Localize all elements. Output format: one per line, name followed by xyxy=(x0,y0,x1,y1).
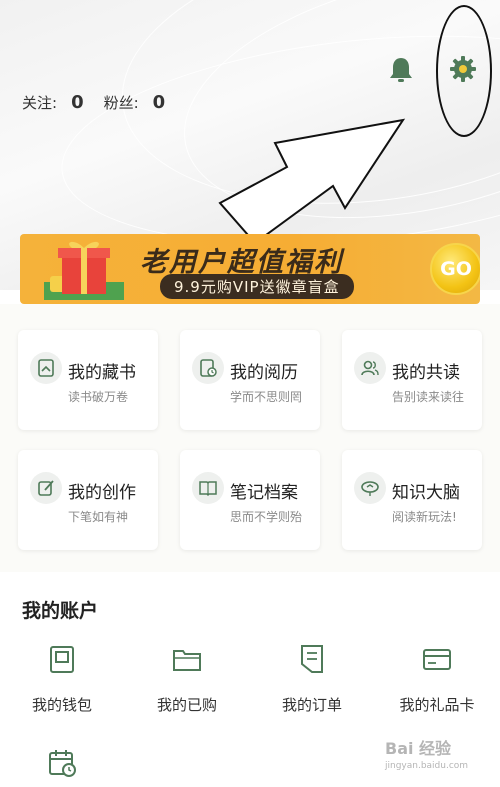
fans-label: 粉丝: xyxy=(103,94,139,112)
pen-icon xyxy=(30,472,62,504)
account-item-label: 我的已购 xyxy=(156,696,217,714)
brain-icon xyxy=(354,472,386,504)
card-label: 我的阅历 xyxy=(230,363,298,383)
account-item-giftcard[interactable]: 我的礼品卡 xyxy=(382,644,492,715)
account-item-orders[interactable]: 我的订单 xyxy=(257,644,367,715)
card-label: 知识大脑 xyxy=(392,483,460,503)
users-icon xyxy=(354,352,386,384)
card-collection[interactable]: 我的藏书 读书破万卷 xyxy=(18,330,158,430)
account-item-purchased[interactable]: 我的已购 xyxy=(132,644,242,715)
promo-banner[interactable]: 老用户超值福利 9.9元购VIP送徽章盲盒 GO xyxy=(20,234,480,304)
card-subtitle: 学而不思则罔 xyxy=(230,390,303,404)
account-section-title: 我的账户 xyxy=(22,600,99,622)
follow-stats: 关注: 0 粉丝: 0 xyxy=(22,92,185,113)
follow-label: 关注: xyxy=(22,94,58,112)
card-subtitle: 阅读新玩法! xyxy=(392,510,457,524)
account-item-wallet[interactable]: 我的钱包 xyxy=(7,644,117,715)
watermark-text: Bai 经验 xyxy=(385,739,452,758)
card-label: 我的藏书 xyxy=(68,363,136,383)
giftcard-icon xyxy=(423,649,451,670)
card-subtitle: 读书破万卷 xyxy=(68,390,129,404)
go-button[interactable]: GO xyxy=(430,243,480,295)
card-history[interactable]: 我的阅历 学而不思则罔 xyxy=(180,330,320,430)
order-icon xyxy=(301,645,323,673)
account-item-schedule[interactable] xyxy=(7,748,117,787)
card-label: 笔记档案 xyxy=(230,483,298,503)
book-icon xyxy=(192,472,224,504)
card-coread[interactable]: 我的共读 告别读来读往 xyxy=(342,330,482,430)
watermark-url: jingyan.baidu.com xyxy=(385,761,469,771)
bookmark-doc-icon xyxy=(30,352,62,384)
card-creation[interactable]: 我的创作 下笔如有神 xyxy=(18,450,158,550)
card-subtitle: 思而不学则殆 xyxy=(230,510,303,524)
wallet-icon xyxy=(50,646,74,673)
account-item-label: 我的礼品卡 xyxy=(399,696,475,714)
card-label: 我的共读 xyxy=(392,363,460,383)
annotation-arrow xyxy=(218,118,406,245)
card-brain[interactable]: 知识大脑 阅读新玩法! xyxy=(342,450,482,550)
calendar-clock-icon xyxy=(49,750,76,777)
fans-count[interactable]: 0 xyxy=(153,92,166,113)
baidu-watermark: Bai 经验 jingyan.baidu.com xyxy=(385,735,495,781)
clock-doc-icon xyxy=(192,352,224,384)
account-item-label: 我的订单 xyxy=(281,696,342,714)
follow-count[interactable]: 0 xyxy=(71,92,84,113)
account-item-label: 我的钱包 xyxy=(31,696,92,714)
card-subtitle: 下笔如有神 xyxy=(68,510,129,524)
folder-icon xyxy=(173,650,201,671)
bell-icon[interactable] xyxy=(388,56,414,84)
card-label: 我的创作 xyxy=(68,483,136,503)
gift-icon xyxy=(44,241,124,300)
card-subtitle: 告别读来读往 xyxy=(392,390,465,404)
card-notes[interactable]: 笔记档案 思而不学则殆 xyxy=(180,450,320,550)
annotation-ellipse xyxy=(436,5,492,137)
banner-subtitle: 9.9元购VIP送徽章盲盒 xyxy=(160,274,354,299)
